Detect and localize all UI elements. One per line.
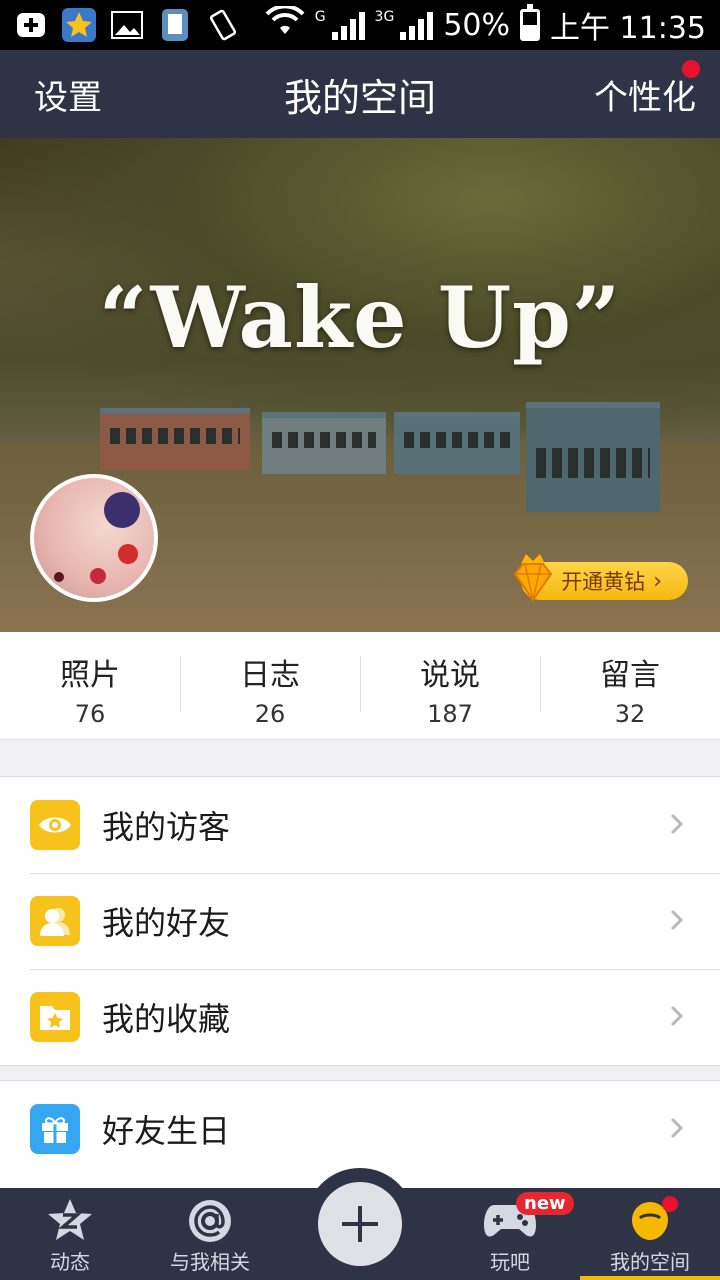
tab-label: 玩吧 (490, 1250, 530, 1274)
stat-value: 26 (254, 700, 286, 728)
avatar-shape (90, 568, 106, 584)
avatar-shape (104, 492, 140, 528)
notification-dot (662, 1196, 678, 1212)
menu-item-label: 我的好友 (102, 904, 231, 942)
tab-label: 动态 (50, 1250, 90, 1274)
settings-button[interactable]: 设置 (34, 70, 102, 119)
menu-item-label: 我的收藏 (102, 1000, 231, 1038)
open-vip-button[interactable]: 开通黄钻 › (513, 554, 688, 602)
tab-label: 与我相关 (170, 1250, 250, 1274)
network-3g-label: 3G (374, 9, 395, 25)
battery-percent: 50% (443, 7, 510, 43)
gallery-icon (110, 8, 144, 42)
train-car (526, 402, 660, 512)
app-header: 设置 我的空间 个性化 (0, 50, 720, 138)
avatar[interactable] (30, 474, 158, 602)
open-vip-label: 开通黄钻 (561, 570, 646, 594)
chevron-right-icon (670, 909, 684, 931)
eye-icon (30, 800, 80, 850)
network-g-label: G (314, 9, 326, 25)
notification-dot (682, 59, 700, 78)
stat-label: 说说 (420, 658, 480, 693)
plus-icon (342, 1206, 378, 1242)
menu-item-favorites[interactable]: 我的收藏 (0, 969, 720, 1065)
tab-feed[interactable]: 动态 (0, 1188, 140, 1280)
menu-item-birthdays[interactable]: 好友生日 (0, 1081, 720, 1177)
personalize-label: 个性化 (594, 77, 696, 118)
tab-mentions[interactable]: 与我相关 (140, 1188, 280, 1280)
stats-bar: 照片 76 日志 26 说说 187 留言 32 (0, 632, 720, 740)
train-car (262, 412, 386, 474)
tab-play[interactable]: new 玩吧 (440, 1188, 580, 1280)
personalize-button[interactable]: 个性化 (594, 59, 700, 119)
phone-app-icon (158, 8, 192, 42)
signal-3g-icon (400, 10, 434, 40)
new-badge: new (516, 1192, 574, 1215)
menu-item-visitors[interactable]: 我的访客 (0, 777, 720, 873)
stat-value: 76 (74, 700, 106, 728)
stat-photos[interactable]: 照片 76 (0, 632, 180, 739)
gift-icon (30, 1104, 80, 1154)
active-tab-indicator (580, 1276, 720, 1280)
stat-value: 32 (614, 700, 646, 728)
stat-label: 日志 (240, 658, 300, 693)
menu-item-label: 我的访客 (102, 808, 231, 846)
train-car (100, 408, 250, 470)
battery-icon (520, 4, 540, 41)
stat-shuoshuo[interactable]: 说说 187 (360, 632, 540, 739)
stat-label: 照片 (60, 658, 120, 693)
clock: 上午 11:35 (550, 11, 706, 46)
avatar-shape (54, 572, 64, 582)
diamond-crown-icon (513, 554, 553, 602)
vibrate-icon (206, 8, 240, 42)
star-app-icon (62, 8, 96, 42)
cover-title: “Wake Up” (98, 268, 622, 367)
menu-item-friends[interactable]: 我的好友 (0, 873, 720, 969)
add-notification-icon (14, 8, 48, 42)
train-graphic (100, 402, 660, 512)
stat-label: 留言 (600, 658, 660, 693)
tab-label: 我的空间 (610, 1250, 690, 1274)
stat-value: 187 (427, 700, 473, 728)
friend-icon (30, 896, 80, 946)
my-space-icon (580, 1196, 720, 1246)
menu-item-label: 好友生日 (102, 1112, 231, 1150)
signal-icon (331, 10, 365, 40)
chevron-right-icon (670, 1005, 684, 1027)
status-bar: G 3G 50% 上午 11:35 (0, 0, 720, 50)
chevron-right-icon (670, 1117, 684, 1139)
menu-group: 我的访客 我的好友 我的收藏 (0, 776, 720, 1066)
at-icon (140, 1196, 280, 1246)
publish-button[interactable] (318, 1182, 402, 1266)
folder-star-icon (30, 992, 80, 1042)
chevron-right-icon: › (653, 568, 662, 594)
train-car (394, 412, 520, 474)
wifi-icon (265, 4, 305, 44)
feed-star-icon (0, 1196, 140, 1246)
chevron-right-icon (670, 813, 684, 835)
stat-messages[interactable]: 留言 32 (540, 632, 720, 739)
tab-my-space[interactable]: 我的空间 (580, 1188, 720, 1280)
avatar-shape (118, 544, 138, 564)
stat-blog[interactable]: 日志 26 (180, 632, 360, 739)
